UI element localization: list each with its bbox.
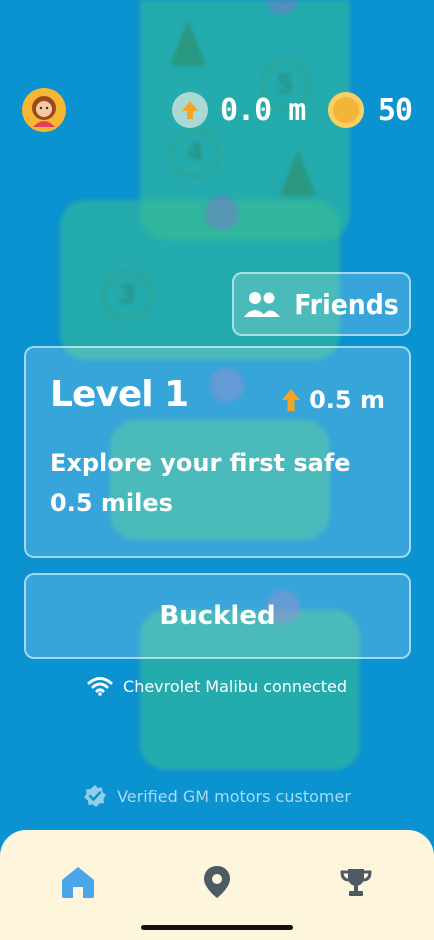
trophy-icon [340,869,372,896]
avatar[interactable] [22,88,66,132]
coin-icon [327,92,364,128]
buckled-label: Buckled [159,601,276,631]
wifi-icon [87,677,113,696]
arrow-up-icon [282,389,301,411]
friends-button[interactable]: Friends [232,272,411,336]
top-bar: 0.0 m 50 [22,88,413,132]
bottom-nav [0,830,434,940]
level-card[interactable]: Level 1 0.5 m Explore your first safe 0.… [24,346,411,558]
level-description: Explore your first safe 0.5 miles [50,449,351,517]
level-distance: 0.5 m [281,386,385,414]
car-connection-status: Chevrolet Malibu connected [0,676,434,696]
nav-map[interactable] [197,862,237,902]
home-icon [62,867,94,898]
car-connection-text: Chevrolet Malibu connected [123,676,347,696]
home-indicator [141,925,293,930]
verified-badge-icon [84,785,107,807]
friends-icon [244,292,281,317]
distance-up-icon [172,92,208,128]
nav-home[interactable] [58,862,98,902]
coins-value: 50 [377,92,413,128]
coins-stat: 50 [327,92,413,128]
location-pin-icon [204,866,230,898]
distance-value: 0.0 m [220,92,306,128]
verified-text: Verified GM motors customer [117,786,351,806]
friends-label: Friends [294,287,399,321]
buckled-status-button[interactable]: Buckled [24,573,411,659]
level-distance-value: 0.5 m [309,386,385,414]
verified-status: Verified GM motors customer [0,784,434,808]
nav-trophies[interactable] [336,862,376,902]
distance-stat: 0.0 m [172,92,306,128]
user-avatar-icon [32,96,56,127]
